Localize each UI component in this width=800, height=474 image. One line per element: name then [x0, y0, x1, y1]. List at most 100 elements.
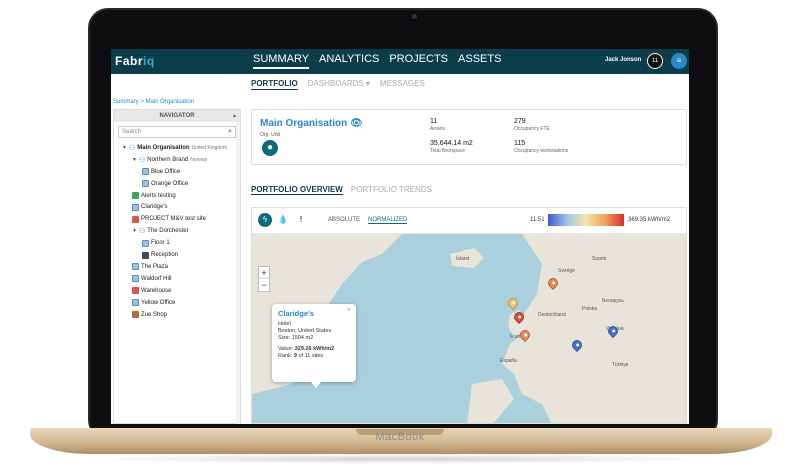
app-screen: Fabriq SUMMARY ANALYTICS PROJECTS ASSETS… — [111, 49, 689, 424]
zoom-out-button[interactable]: − — [259, 279, 269, 291]
section-tabs: PORTFOLIO OVERVIEW PORTFOLIO TRENDS — [251, 185, 432, 195]
tab-projects[interactable]: PROJECTS — [389, 53, 448, 69]
tree-item-label: Yellow Office — [141, 299, 176, 306]
search-icon[interactable]: ⌕ — [228, 128, 232, 136]
popup-pointer — [310, 381, 322, 388]
map-canvas[interactable]: + − Ísland Sverige Suomi Deutschland Укр… — [252, 234, 686, 423]
breadcrumb[interactable]: Summary > Main Organisation — [113, 99, 194, 105]
red-building-icon — [132, 215, 139, 223]
hierarchy-icon: ⚇ — [128, 144, 136, 152]
building-icon — [132, 203, 139, 211]
collapse-icon[interactable]: ▲ — [232, 110, 237, 122]
red-building-icon — [132, 287, 139, 295]
tab-portfolio-trends[interactable]: PORTFOLIO TRENDS — [351, 185, 432, 195]
map-label-germany: Deutschland — [538, 312, 566, 318]
tree-item[interactable]: Claridge's — [132, 202, 168, 214]
tree-item[interactable]: Alerts testing — [132, 190, 176, 202]
popup-size: Size: 1504 m2 — [278, 335, 314, 341]
user-name[interactable]: Jack Jonson — [605, 57, 641, 63]
tree-item-label: Main Organisation — [137, 144, 190, 151]
alert-icon[interactable]: ! — [294, 213, 308, 227]
dark-building-icon — [142, 251, 149, 259]
subtab-messages[interactable]: MESSAGES — [380, 79, 425, 90]
zoom-in-button[interactable]: + — [259, 267, 269, 279]
search-placeholder: Search — [122, 129, 142, 135]
map-label-poland: Polska — [582, 306, 598, 312]
tree-item[interactable]: Zue Shop — [132, 309, 167, 321]
globe-icon: ● — [262, 140, 278, 156]
building-icon — [132, 299, 139, 307]
expand-icon[interactable]: ▼ — [132, 228, 137, 234]
tree-item[interactable]: Orange Office — [142, 178, 188, 190]
building-icon — [142, 168, 149, 176]
tree-item-label: Blue Office — [151, 168, 181, 175]
navigator-search-input[interactable]: Search ⌕ — [118, 126, 236, 138]
tab-portfolio-overview[interactable]: PORTFOLIO OVERVIEW — [251, 185, 343, 195]
tree-item-sub: Norway — [190, 156, 208, 163]
sub-nav: PORTFOLIO DASHBOARDS ▾ MESSAGES — [251, 79, 425, 90]
close-icon[interactable]: × — [347, 307, 351, 314]
popup-title[interactable]: Claridge's — [278, 309, 350, 318]
hierarchy-icon: ⚇ — [138, 156, 146, 164]
org-unit-label: Org. Unit — [260, 132, 281, 138]
navigator-title: NAVIGATOR — [159, 113, 195, 119]
tree-item[interactable]: ▼ ⚇ Northern Brand Norway — [132, 154, 207, 166]
popup-location: Boston, United States — [278, 328, 332, 334]
building-icon — [132, 275, 139, 283]
hierarchy-icon: ⚇ — [138, 228, 146, 236]
tree-item-label: PROJECT M&V test site — [141, 216, 206, 223]
camera — [412, 14, 417, 19]
tree-item-label: Reception — [151, 252, 179, 259]
laptop-mockup: MacBook Fabriq SUMMARY ANALYTICS PROJECT… — [0, 0, 800, 474]
map-toolbar: ϟ 💧 ! ABSOLUTE NORMALIZED 11.51 369.35 k… — [252, 208, 686, 234]
popup-value: Value: 329.26 kWh/m2 — [278, 346, 335, 352]
tree-item[interactable]: Blue Office — [142, 166, 180, 178]
tree-item-label: Warehouse — [141, 287, 172, 294]
map-label-sweden: Sverige — [558, 268, 575, 274]
mode-absolute[interactable]: ABSOLUTE — [328, 217, 360, 223]
expand-icon[interactable]: ▼ — [132, 157, 137, 163]
popup-rank: Rank: 9 of 11 sites — [278, 353, 324, 359]
tree-item[interactable]: Waldorf Hill — [132, 273, 171, 285]
main-nav: SUMMARY ANALYTICS PROJECTS ASSETS — [253, 53, 501, 69]
tree-item-label: Floor 1 — [151, 240, 170, 247]
tree-item-label: Orange Office — [151, 180, 189, 187]
tab-summary[interactable]: SUMMARY — [253, 53, 310, 69]
navigator-header: NAVIGATOR ▲ — [114, 110, 240, 122]
stat-floorspace: 35,644.14 m2 Total floorspace — [430, 140, 473, 154]
notification-badge[interactable]: 11 — [647, 53, 663, 69]
tree-item[interactable]: Floor 1 — [142, 237, 170, 249]
tree-item[interactable]: Yellow Office — [132, 297, 175, 309]
subtab-portfolio[interactable]: PORTFOLIO — [251, 79, 298, 90]
tab-assets[interactable]: ASSETS — [458, 53, 501, 69]
eye-icon[interactable]: 👁 — [350, 118, 363, 129]
building-icon — [142, 239, 149, 247]
navigator-scrollbar[interactable] — [236, 122, 240, 424]
stat-assets: 11 Assets — [430, 118, 446, 132]
site-popup: × Claridge's Hotel Boston, United States… — [272, 304, 356, 382]
top-bar: Fabriq SUMMARY ANALYTICS PROJECTS ASSETS… — [111, 49, 689, 74]
subtab-dashboards[interactable]: DASHBOARDS ▾ — [308, 79, 370, 90]
energy-icon[interactable]: ϟ — [258, 213, 272, 227]
tree-item[interactable]: The Plaza — [132, 261, 168, 273]
stat-workstations: 115 Occupancy workstations — [514, 140, 569, 154]
device-label: MacBook — [375, 431, 425, 443]
tree-item[interactable]: PROJECT M&V test site — [132, 213, 206, 225]
tab-analytics[interactable]: ANALYTICS — [319, 53, 379, 69]
app-logo[interactable]: Fabriq — [115, 54, 155, 68]
tree-item[interactable]: Reception — [142, 249, 178, 261]
zoom-control: + − — [258, 266, 270, 292]
summary-card: Main Organisation 👁 Org. Unit ● 11 Assets… — [251, 109, 687, 165]
tree-item-label: The Plaza — [141, 263, 169, 270]
tree-item[interactable]: Warehouse — [132, 285, 171, 297]
mode-normalized[interactable]: NORMALIZED — [368, 217, 408, 224]
tree-item[interactable]: ▼ ⚇ The Dorchester — [132, 225, 189, 237]
tree-item[interactable]: ▼ ⚇ Main Organisation United Kingdom — [122, 142, 227, 154]
expand-icon[interactable]: ▼ — [122, 145, 127, 151]
water-drop-icon[interactable]: 💧 — [276, 213, 290, 227]
menu-icon[interactable]: ≡ — [671, 53, 687, 69]
page-title: Main Organisation 👁 — [260, 118, 363, 129]
tree-item-label: The Dorchester — [147, 228, 189, 235]
stat-occupancy-fte: 279 Occupancy FTE — [514, 118, 550, 132]
map-label-finland: Suomi — [592, 256, 607, 262]
